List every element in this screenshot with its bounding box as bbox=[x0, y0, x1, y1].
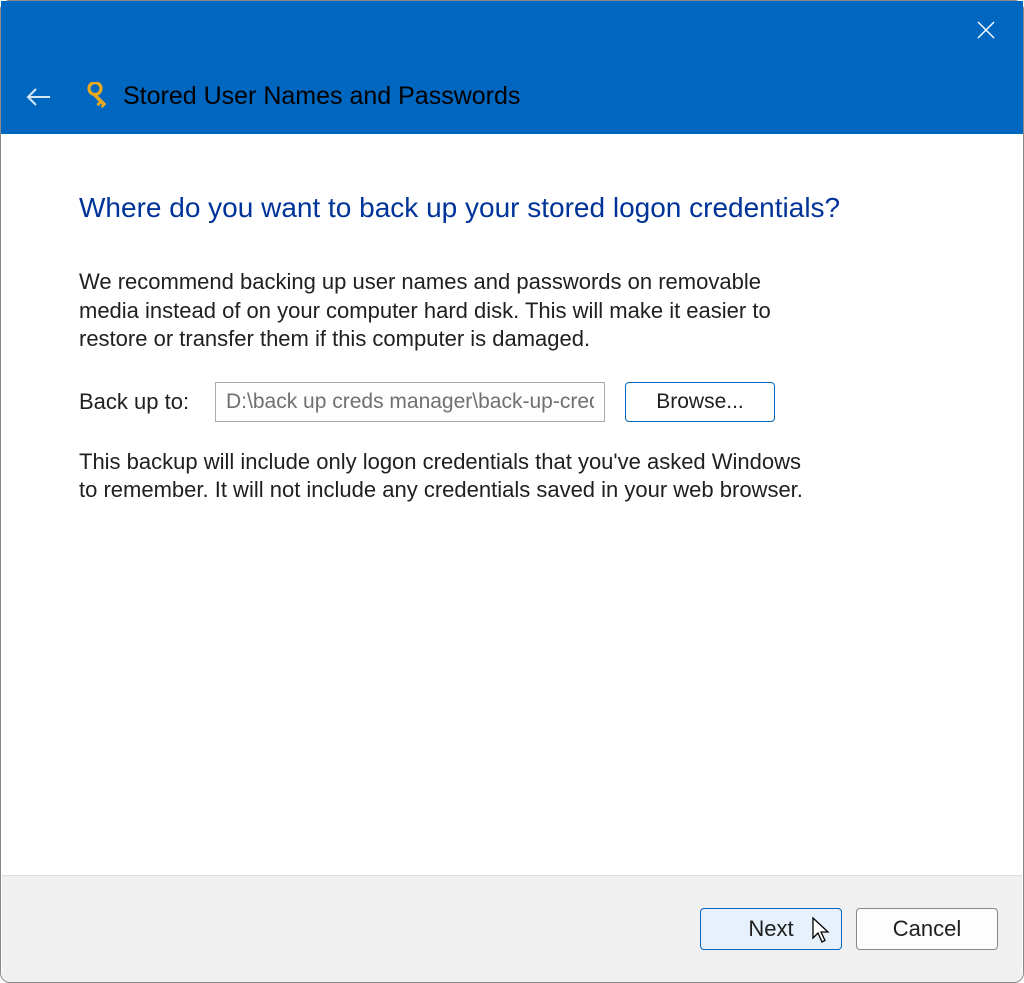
wizard-header: Stored User Names and Passwords bbox=[1, 59, 1023, 134]
cancel-button[interactable]: Cancel bbox=[856, 908, 998, 950]
close-icon bbox=[975, 19, 997, 41]
description-text: We recommend backing up user names and p… bbox=[79, 268, 819, 354]
wizard-footer: Next Cancel bbox=[2, 875, 1022, 982]
backup-path-input[interactable] bbox=[215, 382, 605, 422]
back-button[interactable] bbox=[25, 83, 53, 111]
cursor-icon bbox=[811, 916, 833, 944]
key-icon bbox=[79, 81, 111, 113]
titlebar bbox=[1, 1, 1023, 59]
note-text: This backup will include only logon cred… bbox=[79, 448, 819, 505]
browse-button[interactable]: Browse... bbox=[625, 382, 775, 422]
back-arrow-icon bbox=[26, 87, 52, 107]
close-button[interactable] bbox=[971, 15, 1001, 45]
next-button-label: Next bbox=[748, 916, 793, 941]
page-heading: Where do you want to back up your stored… bbox=[79, 192, 945, 224]
backup-path-label: Back up to: bbox=[79, 389, 195, 415]
wizard-content: Where do you want to back up your stored… bbox=[1, 134, 1023, 876]
wizard-title: Stored User Names and Passwords bbox=[123, 82, 520, 111]
backup-path-row: Back up to: Browse... bbox=[79, 382, 945, 422]
next-button[interactable]: Next bbox=[700, 908, 842, 950]
